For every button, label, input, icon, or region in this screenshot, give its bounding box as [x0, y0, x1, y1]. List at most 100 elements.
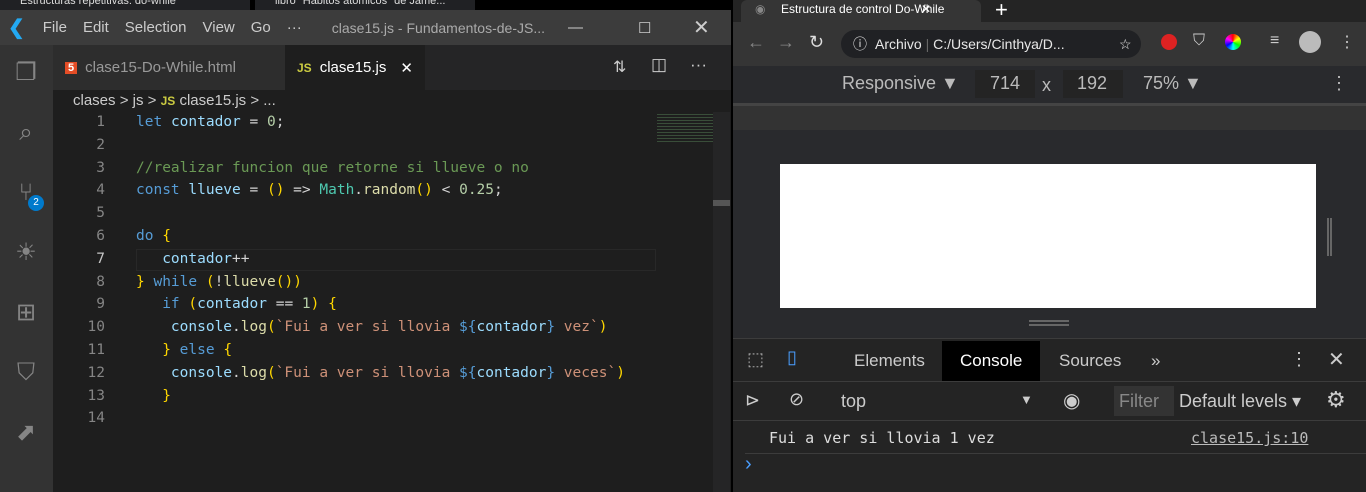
line-number: 14 [87, 410, 105, 427]
code-line[interactable]: } [136, 388, 171, 404]
clear-console-icon[interactable]: ⊘ [789, 389, 804, 410]
search-icon[interactable]: ⌕ [12, 119, 40, 147]
minimize-button[interactable]: — [568, 19, 583, 36]
breadcrumb: clases > js > JS clase15.js > ... [73, 90, 276, 112]
forward-icon[interactable]: → [777, 32, 795, 53]
console-message: Fui a ver si llovia 1 vez [769, 429, 995, 447]
code-line[interactable]: //realizar funcion que retorne si llueve… [136, 160, 529, 176]
resize-handle-right[interactable] [1327, 218, 1332, 256]
tab-console[interactable]: Console [942, 341, 1041, 381]
explorer-icon[interactable]: ❐ [12, 59, 40, 87]
tab-js[interactable]: JS clase15.js ✕ [285, 45, 425, 90]
devtools-close-icon[interactable]: ✕ [1328, 347, 1345, 372]
tab-elements[interactable]: Elements [836, 341, 943, 381]
code-line[interactable]: console.log(`Fui a ver si llovia ${conta… [136, 365, 625, 381]
more-tabs[interactable]: » [1133, 341, 1178, 381]
width-input[interactable]: 714 [975, 70, 1035, 98]
close-button[interactable]: ✕ [693, 15, 710, 40]
code-line[interactable]: } while (!llueve()) [136, 274, 302, 290]
media-icon[interactable]: ≡ [1270, 32, 1279, 50]
title-bar: ❮ File Edit Selection View Go ··· clase1… [0, 10, 731, 45]
extension-icon[interactable] [1161, 34, 1177, 50]
star-icon[interactable]: ☆ [1119, 30, 1132, 58]
close-tab-icon[interactable]: ✕ [400, 59, 413, 77]
os-tab-strip: Estructuras repetitivas: do-while libro … [0, 0, 731, 10]
menu-selection[interactable]: Selection [125, 19, 187, 36]
split-editor-icon[interactable]: ◫ [651, 55, 667, 75]
devtools: ⬚ ▯ Elements Console Sources » ⋮ ✕ ⊳ ⊘ t… [733, 338, 1366, 492]
line-number: 8 [96, 273, 105, 290]
new-tab-button[interactable]: + [995, 0, 1008, 23]
tab-label: clase15-Do-While.html [85, 59, 237, 76]
media-query-bar[interactable] [733, 103, 1366, 130]
settings-gear-icon[interactable]: ⚙ [1326, 387, 1346, 413]
address-bar[interactable]: ⓘ Archivo | C:/Users/Cinthya/D... ☆ [841, 30, 1141, 58]
code-line[interactable]: } else { [136, 342, 232, 358]
crumb-sep: > [147, 92, 157, 109]
line-number: 3 [96, 159, 105, 176]
devtools-menu-icon[interactable]: ⋮ [1290, 349, 1308, 370]
context-select[interactable]: top [841, 391, 866, 412]
crumb-file[interactable]: clase15.js [179, 92, 246, 109]
menu-go[interactable]: Go [251, 19, 271, 36]
reload-icon[interactable]: ↻ [809, 32, 824, 53]
code-line[interactable]: let contador = 0; [136, 114, 284, 130]
crumb-js[interactable]: js [133, 92, 144, 109]
debug-icon[interactable]: ☀ [12, 239, 40, 267]
code-line[interactable]: const llueve = () => Math.random() < 0.2… [136, 182, 503, 198]
crumb-clases[interactable]: clases [73, 92, 116, 109]
color-picker-icon[interactable] [1225, 34, 1241, 50]
scrollbar[interactable] [713, 112, 730, 492]
eye-icon[interactable]: ◉ [1063, 388, 1080, 413]
avatar[interactable] [1299, 31, 1321, 53]
tab-sources[interactable]: Sources [1041, 341, 1139, 381]
line-number: 2 [96, 136, 105, 153]
info-icon: ⓘ [853, 36, 867, 52]
sidebar-toggle-icon[interactable]: ⊳ [745, 390, 760, 411]
line-number: 12 [87, 364, 105, 381]
globe-icon: ◉ [755, 2, 766, 16]
bookmark-icon[interactable]: ⛉ [12, 359, 40, 387]
minimap[interactable] [657, 112, 713, 142]
device-select[interactable]: Responsive ▼ [842, 73, 959, 94]
menu-more[interactable]: ··· [287, 19, 302, 36]
height-input[interactable]: 192 [1063, 70, 1123, 98]
pocket-icon[interactable]: ⛉ [1193, 32, 1205, 50]
remote-icon[interactable]: ⬈ [12, 419, 40, 447]
code-line[interactable]: console.log(`Fui a ver si llovia ${conta… [136, 319, 608, 335]
line-number: 11 [87, 342, 105, 358]
back-icon[interactable]: ← [747, 32, 765, 53]
crumb-more[interactable]: ... [263, 92, 276, 109]
extensions-icon[interactable]: ⊞ [12, 299, 40, 327]
os-tab[interactable]: libro "Hábitos atómicos" de Jame... [255, 0, 475, 10]
omnibox-prefix: Archivo [875, 36, 922, 52]
inspect-icon[interactable]: ⬚ [747, 349, 764, 370]
os-tab[interactable]: Estructuras repetitivas: do-while [0, 0, 250, 10]
close-tab-icon[interactable]: ✕ [921, 0, 931, 18]
chevron-down-icon[interactable]: ▼ [1020, 392, 1033, 407]
js-icon: JS [160, 94, 176, 108]
device-more-icon[interactable]: ⋮ [1330, 73, 1348, 94]
tab-html[interactable]: 5 clase15-Do-While.html [53, 45, 285, 90]
resize-handle-bottom[interactable] [1029, 320, 1069, 326]
compare-icon[interactable]: ⇅ [613, 57, 626, 77]
more-actions-icon[interactable]: ··· [690, 55, 707, 75]
device-toggle-icon[interactable]: ▯ [787, 347, 797, 368]
menu-view[interactable]: View [203, 19, 235, 36]
tab-label: clase15.js [319, 59, 387, 76]
line-number: 7 [96, 250, 105, 267]
menu-file[interactable]: File [43, 19, 67, 36]
menu-edit[interactable]: Edit [83, 19, 109, 36]
filter-input[interactable]: Filter [1114, 386, 1174, 416]
page-viewport[interactable] [780, 164, 1316, 308]
console-prompt[interactable]: › [745, 453, 752, 476]
code-line[interactable]: do { [136, 228, 171, 244]
console-source-link[interactable]: clase15.js:10 [1191, 429, 1308, 447]
levels-select[interactable]: Default levels ▾ [1179, 391, 1301, 412]
code-line[interactable]: if (contador == 1) { [136, 296, 337, 312]
zoom-select[interactable]: 75% ▼ [1143, 73, 1202, 94]
browser-tab[interactable]: ◉ Estructura de control Do-While ✕ [741, 0, 981, 22]
menu-icon[interactable]: ⋮ [1339, 32, 1355, 52]
maximize-button[interactable]: ☐ [638, 19, 651, 37]
chrome-window: ◉ Estructura de control Do-While ✕ + ← →… [733, 0, 1366, 492]
